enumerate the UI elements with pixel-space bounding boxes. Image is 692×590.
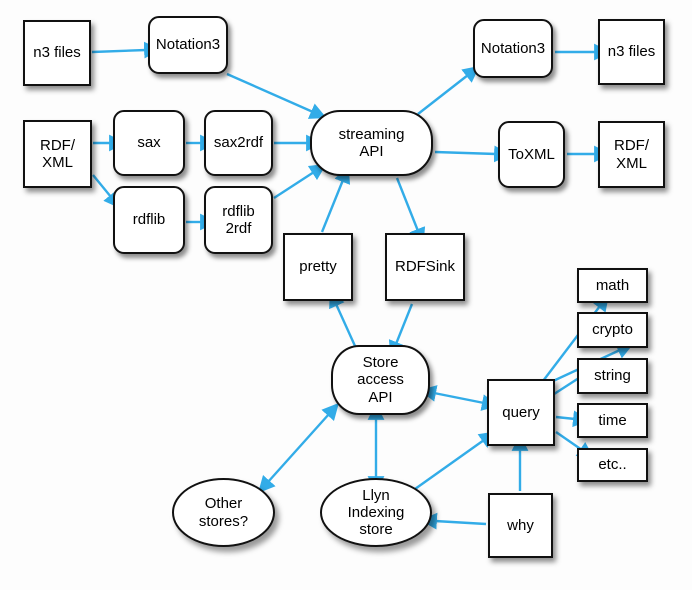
node-label-n3files_out: n3 files bbox=[607, 43, 656, 61]
node-rdflib2rdf[interactable]: rdflib 2rdf bbox=[204, 186, 273, 254]
node-crypto[interactable]: crypto bbox=[577, 312, 648, 348]
node-notation3_out[interactable]: Notation3 bbox=[473, 19, 553, 78]
node-label-time: time bbox=[598, 411, 627, 429]
node-rdfxml_in[interactable]: RDF/ XML bbox=[23, 120, 92, 188]
node-rdfsink[interactable]: RDFSink bbox=[385, 233, 465, 301]
node-label-rdfxml_in: RDF/ XML bbox=[40, 136, 75, 171]
node-label-llyn: Llyn Indexing store bbox=[347, 486, 405, 539]
edge-n3files_in-to-notation3_in bbox=[91, 41, 161, 59]
node-streaming[interactable]: streaming API bbox=[310, 110, 433, 176]
edge-streaming-to-notation3_out bbox=[417, 65, 480, 115]
node-toxml[interactable]: ToXML bbox=[498, 121, 565, 188]
node-label-string: string bbox=[594, 367, 631, 385]
node-time[interactable]: time bbox=[577, 403, 648, 438]
node-label-notation3_in: Notation3 bbox=[155, 36, 221, 54]
node-label-toxml: ToXML bbox=[508, 145, 555, 163]
node-label-pretty: pretty bbox=[299, 258, 337, 276]
node-label-rdfsink: RDFSink bbox=[394, 258, 455, 276]
edge-rdfxml_in-to-rdflib bbox=[92, 174, 121, 209]
node-sax2rdf[interactable]: sax2rdf bbox=[204, 110, 273, 176]
edge-rdflib2rdf-to-streaming bbox=[273, 163, 327, 200]
node-label-query: query bbox=[502, 403, 540, 421]
node-storeaccess[interactable]: Store access API bbox=[331, 345, 430, 415]
node-sax[interactable]: sax bbox=[113, 110, 185, 176]
edge-why-to-llyn bbox=[420, 512, 487, 530]
edge-rdfsink-to-storeaccess bbox=[388, 303, 414, 358]
node-label-sax: sax bbox=[137, 134, 161, 152]
node-label-rdflib2rdf: rdflib 2rdf bbox=[222, 202, 255, 237]
node-label-streaming: streaming API bbox=[338, 125, 405, 160]
node-n3files_in[interactable]: n3 files bbox=[23, 20, 91, 86]
edge-llyn-to-query bbox=[414, 431, 497, 490]
edge-storeaccess-to-otherstores bbox=[258, 402, 339, 494]
node-label-crypto: crypto bbox=[592, 321, 633, 339]
edge-notation3_in-to-streaming bbox=[226, 72, 327, 119]
node-label-math: math bbox=[595, 276, 630, 294]
node-why[interactable]: why bbox=[488, 493, 553, 558]
node-label-storeaccess: Store access API bbox=[357, 354, 404, 406]
node-label-notation3_out: Notation3 bbox=[480, 39, 546, 57]
node-string[interactable]: string bbox=[577, 358, 648, 394]
edge-streaming-to-toxml bbox=[434, 145, 511, 163]
node-rdflib[interactable]: rdflib bbox=[113, 186, 185, 254]
node-pretty[interactable]: pretty bbox=[283, 233, 353, 301]
node-label-otherstores: Other stores? bbox=[198, 495, 249, 530]
node-llyn[interactable]: Llyn Indexing store bbox=[320, 478, 432, 547]
edge-query-to-time bbox=[555, 410, 590, 428]
node-label-rdflib: rdflib bbox=[132, 211, 166, 229]
node-label-sax2rdf: sax2rdf bbox=[213, 134, 264, 152]
node-otherstores[interactable]: Other stores? bbox=[172, 478, 275, 547]
node-label-n3files_in: n3 files bbox=[33, 44, 81, 62]
node-query[interactable]: query bbox=[487, 379, 555, 446]
node-label-rdfxml_out: RDF/ XML bbox=[614, 137, 649, 172]
edge-storeaccess-to-pretty bbox=[329, 290, 357, 347]
node-label-etc: etc.. bbox=[598, 456, 627, 474]
node-label-why: why bbox=[507, 516, 534, 534]
node-rdfxml_out[interactable]: RDF/ XML bbox=[598, 121, 665, 188]
node-math[interactable]: math bbox=[577, 268, 648, 303]
node-notation3_in[interactable]: Notation3 bbox=[148, 16, 228, 74]
edge-pretty-to-streaming bbox=[320, 166, 351, 233]
edge-streaming-to-rdfsink bbox=[395, 177, 426, 245]
diagram-canvas: n3 files Notation3 RDF/ XML sax sax2rdf rdfli… bbox=[0, 0, 692, 590]
edge-storeaccess-to-query bbox=[419, 385, 499, 411]
node-etc[interactable]: etc.. bbox=[577, 448, 648, 482]
node-n3files_out[interactable]: n3 files bbox=[598, 19, 665, 85]
